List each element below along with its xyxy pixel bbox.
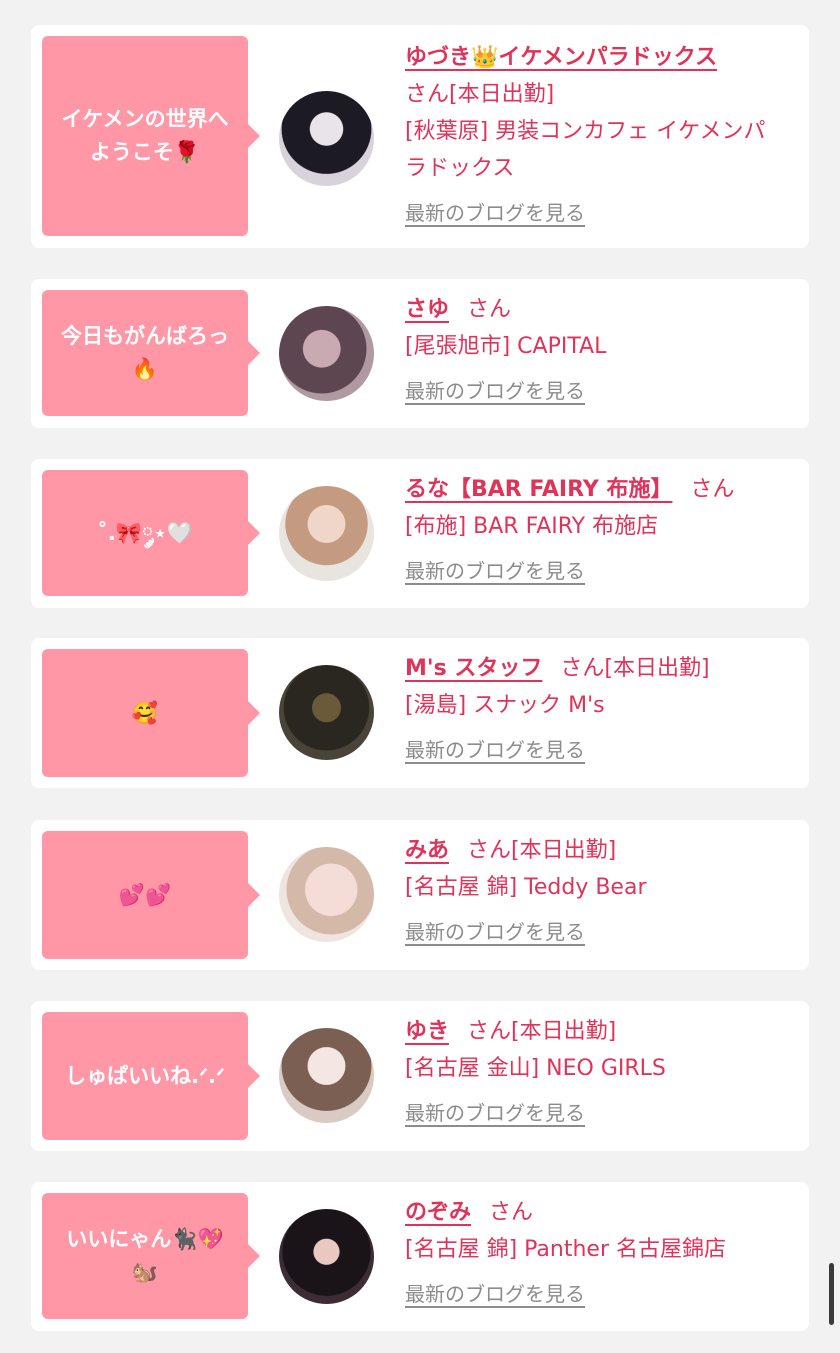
member-status: さん[本日出勤] [467, 838, 617, 863]
avatar[interactable] [279, 91, 374, 186]
avatar[interactable] [279, 306, 374, 401]
shop-name: [名古屋 錦] Panther 名古屋錦店 [405, 1237, 726, 1262]
avatar[interactable] [279, 1028, 374, 1123]
latest-blog-link[interactable]: 最新のブログを見る [405, 732, 585, 769]
shop-name: [布施] BAR FAIRY 布施店 [405, 514, 659, 539]
latest-blog-link[interactable]: 最新のブログを見る [405, 1095, 585, 1132]
member-status: さん[本日出勤] [560, 656, 710, 681]
message-bubble: 今日もがんばろっ 🔥 [42, 290, 260, 416]
member-name-link[interactable]: M's スタッフ [405, 656, 542, 681]
member-name-link[interactable]: のぞみ [405, 1200, 471, 1225]
latest-blog-link[interactable]: 最新のブログを見る [405, 1276, 585, 1313]
blog-card: 今日もがんばろっ 🔥 さゆ さん [尾張旭市] CAPITAL 最新のブログを見る [31, 279, 809, 428]
member-name-link[interactable]: さゆ [405, 297, 449, 322]
member-name-link[interactable]: るな【BAR FAIRY 布施】 [405, 477, 672, 502]
member-name-link[interactable]: ゆき [405, 1019, 449, 1044]
member-status: さん [467, 297, 512, 322]
member-status: さん[本日出勤] [405, 82, 555, 107]
shop-name: [尾張旭市] CAPITAL [405, 334, 607, 359]
avatar[interactable] [279, 847, 374, 942]
avatar[interactable] [279, 486, 374, 581]
shop-name: [名古屋 錦] Teddy Bear [405, 875, 647, 900]
latest-blog-link[interactable]: 最新のブログを見る [405, 553, 585, 590]
entry-info: ゆき さん[本日出勤] [名古屋 金山] NEO GIRLS 最新のブログを見る [405, 1013, 795, 1132]
entry-info: さゆ さん [尾張旭市] CAPITAL 最新のブログを見る [405, 291, 795, 410]
scrollbar[interactable] [829, 1263, 834, 1325]
message-bubble: いいにゃん🐈‍⬛💖 🐿️ [42, 1193, 260, 1319]
blog-card: いいにゃん🐈‍⬛💖 🐿️ のぞみ さん [名古屋 錦] Panther 名古屋錦店… [31, 1182, 809, 1331]
blog-card: 🥰 M's スタッフ さん[本日出勤] [湯島] スナック M's 最新のブログを… [31, 638, 809, 788]
entry-info: みあ さん[本日出勤] [名古屋 錦] Teddy Bear 最新のブログを見る [405, 832, 795, 951]
blog-card: イケメンの世界へ ようこそ🌹 ゆづき👑イケメンパラドックス さん[本日出勤] [… [31, 25, 809, 248]
latest-blog-link[interactable]: 最新のブログを見る [405, 914, 585, 951]
member-status: さん [489, 1200, 534, 1225]
message-bubble: しゅぱいいね.ᐟ.ᐟ [42, 1012, 260, 1140]
message-bubble: 🥰 [42, 649, 260, 777]
message-bubble: イケメンの世界へ ようこそ🌹 [42, 36, 260, 236]
entry-info: るな【BAR FAIRY 布施】 さん [布施] BAR FAIRY 布施店 最新… [405, 471, 795, 590]
member-name-link[interactable]: ゆづき👑イケメンパラドックス [405, 45, 717, 70]
shop-name: [湯島] スナック M's [405, 693, 605, 718]
message-bubble: ˚.🎀༘⋆🤍 [42, 470, 260, 596]
latest-blog-link[interactable]: 最新のブログを見る [405, 195, 585, 232]
blog-card: 💕💕 みあ さん[本日出勤] [名古屋 錦] Teddy Bear 最新のブログを… [31, 820, 809, 970]
message-bubble: 💕💕 [42, 831, 260, 959]
shop-name: [名古屋 金山] NEO GIRLS [405, 1056, 666, 1081]
entry-info: ゆづき👑イケメンパラドックス さん[本日出勤] [秋葉原] 男装コンカフェ イケ… [405, 39, 795, 232]
member-name-link[interactable]: みあ [405, 838, 449, 863]
blog-card: しゅぱいいね.ᐟ.ᐟ ゆき さん[本日出勤] [名古屋 金山] NEO GIRLS… [31, 1001, 809, 1151]
latest-blog-link[interactable]: 最新のブログを見る [405, 373, 585, 410]
blog-card: ˚.🎀༘⋆🤍 るな【BAR FAIRY 布施】 さん [布施] BAR FAIRY… [31, 459, 809, 608]
entry-info: のぞみ さん [名古屋 錦] Panther 名古屋錦店 最新のブログを見る [405, 1194, 795, 1313]
shop-name: [秋葉原] 男装コンカフェ イケメンパラドックス [405, 119, 766, 181]
avatar[interactable] [279, 1209, 374, 1304]
member-status: さん[本日出勤] [467, 1019, 617, 1044]
avatar[interactable] [279, 665, 374, 760]
member-status: さん [690, 477, 735, 502]
entry-info: M's スタッフ さん[本日出勤] [湯島] スナック M's 最新のブログを見る [405, 650, 795, 769]
